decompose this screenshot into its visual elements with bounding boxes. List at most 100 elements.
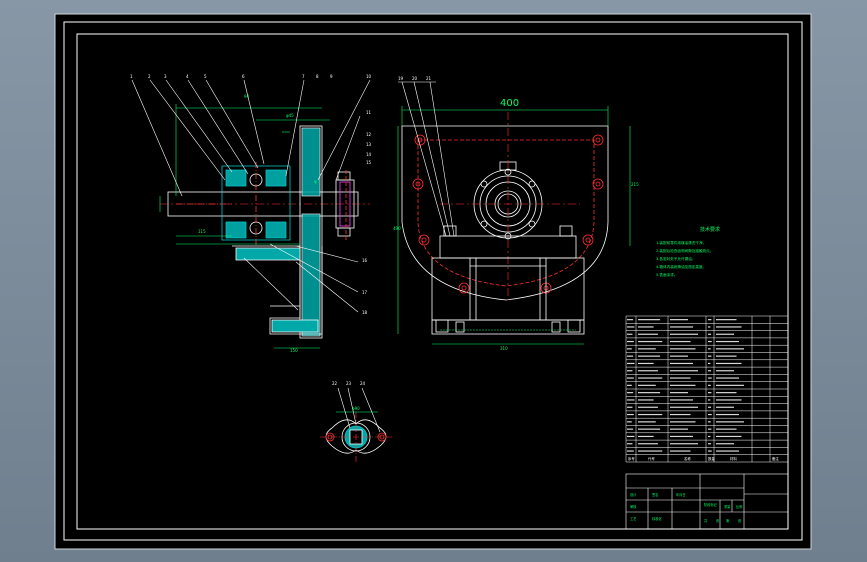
bom-cell-text [708,370,712,372]
bom-cell-text [638,450,663,452]
bom-cell-text [716,355,737,357]
bom-cell-text [708,333,712,335]
bom-cell-text [638,384,656,386]
bom-cell-text [627,392,634,394]
bom-cell-text [670,428,688,430]
bom-cell-text [708,384,711,386]
bom-cell-text [670,370,698,372]
bom-cell-text [716,399,742,401]
bom-cell-text [638,406,658,408]
svg-text:17: 17 [362,290,368,295]
bom-cell-text [708,443,712,445]
bom-cell-text [716,413,739,416]
bom-header-cell: 备注 [772,456,779,461]
svg-text:φ: φ [314,179,317,184]
bom-cell-text [638,377,663,379]
bom-cell-text [708,399,711,401]
svg-text:阶段标记: 阶段标记 [704,502,718,507]
svg-text:310: 310 [500,346,508,351]
bom-cell-text [638,319,661,321]
svg-text:115: 115 [198,229,206,234]
svg-text:比例: 比例 [736,504,742,509]
svg-text:94: 94 [244,94,250,99]
bom-cell-text [716,333,734,335]
svg-text:设计: 设计 [630,492,637,497]
bom-cell-text [708,428,712,430]
bom-cell-text [716,435,742,438]
bom-cell-text [638,392,661,394]
svg-text:11: 11 [366,110,372,115]
tech-line-1: 1.装配前零件用煤油清洗干净。 [656,240,706,245]
svg-text:13: 13 [366,142,372,147]
callout-22: 22 [332,381,338,386]
bom-cell-text [716,428,737,430]
callout-24: 24 [360,381,366,386]
bom-cell-text [670,355,688,357]
bom-cell-text [638,362,654,365]
bom-cell-text [670,399,693,401]
bom-cell-text [638,443,658,445]
callout-10: 10 [366,74,372,79]
cad-drawing-viewport[interactable]: 94 φ45 115 150 φ 1 2 3 4 5 6 7 8 9 10 11 [0,0,867,562]
bom-cell-text [708,435,711,438]
tech-line-3: 3.各密封处不允许漏油。 [656,256,695,261]
bom-cell-text [670,326,693,328]
bom-cell-text [708,340,712,343]
bom-cell-text [638,435,654,438]
svg-text:18: 18 [362,310,368,315]
bom-cell-text [716,326,742,328]
bom-cell-text [627,384,632,386]
bom-cell-text [627,421,632,423]
bom-cell-text [708,413,712,416]
bom-cell-text [708,355,712,357]
bom-cell-text [638,428,661,430]
bom-cell-text [716,384,744,386]
svg-text:15: 15 [366,160,372,165]
bom-cell-text [716,443,734,445]
bom-cell-text [670,413,691,416]
bom-cell-text [627,450,634,452]
bom-cell-text [716,362,742,365]
callout-19: 19 [398,76,404,81]
bom-cell-text [670,450,691,452]
bom-cell-text [708,406,712,408]
bom-cell-text [708,326,711,328]
svg-text:工艺: 工艺 [630,516,636,521]
svg-text:14: 14 [366,152,372,157]
callout-23: 23 [346,381,352,386]
bom-header-cell: 序号 [628,456,635,461]
svg-text:φ90: φ90 [352,406,360,411]
bom-cell-text [638,421,656,423]
bom-cell-text [638,355,661,357]
bom-cell-text [627,428,634,430]
bom-cell-text [716,348,744,350]
bom-cell-text [716,370,734,372]
bom-cell-text [627,319,634,321]
bom-cell-text [627,340,634,343]
bom-cell-text [708,348,711,350]
svg-text:150: 150 [290,348,298,353]
bom-cell-text [708,362,711,365]
bom-cell-text [638,413,663,416]
svg-text:标准化: 标准化 [652,516,662,521]
bom-cell-text [670,333,698,335]
bom-cell-text [638,399,654,401]
bom-cell-text [627,413,634,416]
bom-cell-text [716,340,739,343]
bom-cell-text [638,348,656,350]
bom-cell-text [716,421,744,423]
bom-cell-text [670,406,698,408]
tech-line-4: 4.箱体内装润滑油至规定高度。 [656,264,706,269]
bom-cell-text [708,392,712,394]
bom-cell-text [627,399,635,401]
tech-line-5: 5.表面涂漆。 [656,272,677,277]
tech-title: 技术要求 [700,226,720,233]
bom-cell-text [670,435,693,438]
svg-text:215: 215 [631,182,639,187]
svg-text:16: 16 [362,258,368,263]
bom-cell-text [670,362,693,365]
bom-cell-text [670,384,696,386]
bom-cell-text [716,406,734,408]
bom-cell-text [627,443,633,445]
bom-header-cell: 材料 [730,456,737,461]
